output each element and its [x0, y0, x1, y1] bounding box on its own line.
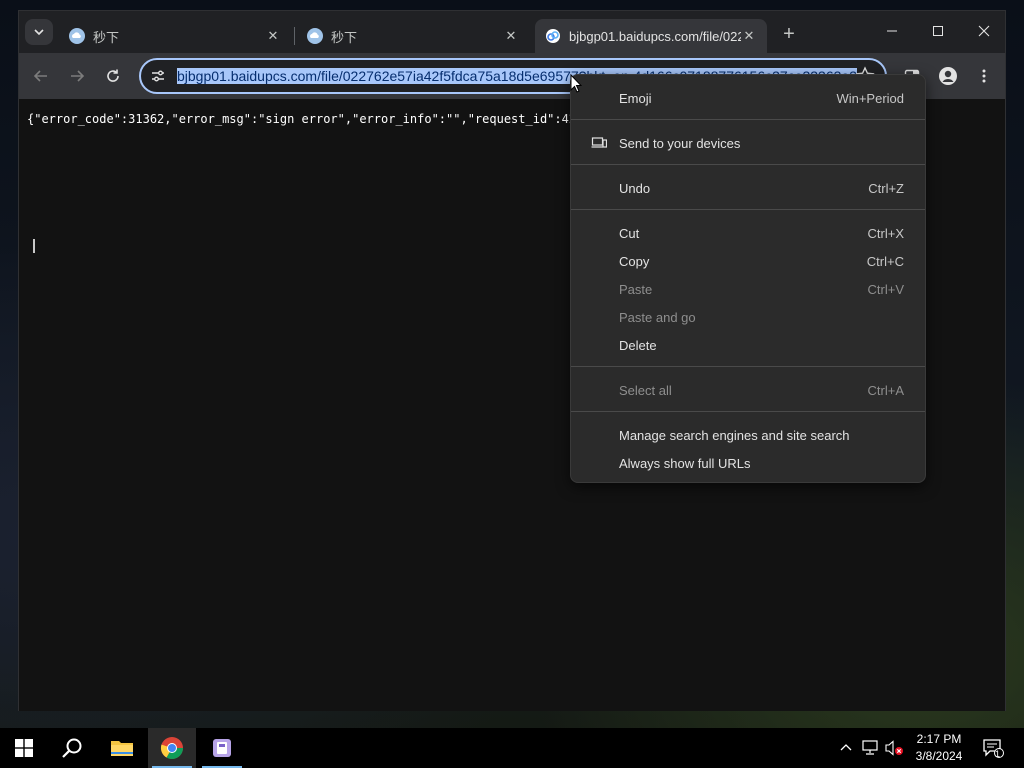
- chrome-icon: [160, 737, 183, 759]
- tab-strip: 秒下 ✕ 秒下 ✕ bjbgp01.baidupcs.com/file/022 …: [19, 11, 1005, 53]
- menu-item-send-to-devices[interactable]: Send to your devices: [571, 129, 925, 157]
- network-button[interactable]: [860, 728, 882, 768]
- notification-center-button[interactable]: 1: [978, 728, 1008, 768]
- tab-title: bjbgp01.baidupcs.com/file/022: [569, 28, 741, 44]
- menu-item-always-show-full-urls[interactable]: Always show full URLs: [571, 449, 925, 477]
- show-hidden-icons-button[interactable]: [836, 728, 856, 768]
- menu-item-copy[interactable]: Copy Ctrl+C: [571, 247, 925, 275]
- menu-item-shortcut: Ctrl+Z: [868, 180, 904, 196]
- menu-item-cut[interactable]: Cut Ctrl+X: [571, 219, 925, 247]
- menu-separator: [571, 366, 925, 367]
- reload-icon: [107, 69, 119, 82]
- menu-separator: [571, 411, 925, 412]
- tab-1[interactable]: 秒下 ✕: [59, 19, 291, 53]
- tab-2[interactable]: 秒下 ✕: [297, 19, 529, 53]
- system-clock[interactable]: 2:17 PM 3/8/2024: [908, 731, 970, 765]
- menu-item-label: Cut: [619, 225, 640, 241]
- menu-item-shortcut: Ctrl+X: [867, 225, 904, 241]
- chevron-up-icon: [840, 744, 852, 751]
- tab-3-active[interactable]: bjbgp01.baidupcs.com/file/022 ✕: [535, 19, 767, 53]
- app-taskbar-button[interactable]: [198, 728, 246, 768]
- menu-item-manage-search-engines[interactable]: Manage search engines and site search: [571, 421, 925, 449]
- menu-item-shortcut: Ctrl+A: [867, 382, 904, 398]
- cloud-favicon-icon: [69, 28, 85, 44]
- tab-close-icon[interactable]: ✕: [503, 28, 519, 44]
- arrow-left-icon: [33, 70, 47, 82]
- menu-item-shortcut: Win+Period: [836, 90, 904, 106]
- menu-button[interactable]: [971, 63, 997, 89]
- notification-count-badge: 1: [995, 749, 1001, 759]
- devices-icon: [591, 137, 607, 148]
- menu-item-paste-and-go: Paste and go: [571, 303, 925, 331]
- start-button[interactable]: [0, 728, 48, 768]
- menu-item-label: Emoji: [619, 90, 652, 106]
- cloud-favicon-icon: [307, 28, 323, 44]
- notification-icon: [983, 739, 1004, 758]
- profile-button[interactable]: [935, 63, 961, 89]
- clock-time: 2:17 PM: [916, 732, 962, 746]
- menu-item-label: Delete: [619, 337, 657, 353]
- menu-item-undo[interactable]: Undo Ctrl+Z: [571, 174, 925, 202]
- menu-separator: [571, 119, 925, 120]
- menu-item-label: Paste: [619, 281, 653, 297]
- back-button[interactable]: [27, 63, 55, 89]
- site-settings-icon[interactable]: [149, 67, 167, 85]
- taskbar: 2:17 PM 3/8/2024 1: [0, 728, 1024, 768]
- search-icon: [62, 738, 82, 758]
- windows-logo-icon: [15, 739, 33, 757]
- baidu-favicon-icon: [546, 29, 560, 43]
- arrow-right-icon: [71, 70, 85, 82]
- context-menu: Emoji Win+Period Send to your devices Un…: [570, 74, 926, 483]
- file-explorer-button[interactable]: [98, 728, 146, 768]
- menu-item-label: Send to your devices: [619, 135, 741, 151]
- tab-search-button[interactable]: [25, 19, 53, 45]
- profile-avatar-icon: [939, 67, 957, 85]
- menu-item-label: Undo: [619, 180, 651, 196]
- menu-item-label: Manage search engines and site search: [619, 427, 850, 443]
- menu-item-label: Copy: [619, 253, 650, 269]
- menu-separator: [571, 209, 925, 210]
- search-button[interactable]: [48, 728, 96, 768]
- menu-item-paste: Paste Ctrl+V: [571, 275, 925, 303]
- volume-button[interactable]: [884, 728, 906, 768]
- menu-item-label: Select all: [619, 382, 672, 398]
- tab-close-icon[interactable]: ✕: [265, 28, 281, 44]
- forward-button[interactable]: [63, 63, 91, 89]
- menu-item-label: Always show full URLs: [619, 455, 751, 471]
- clock-date: 3/8/2024: [915, 749, 963, 763]
- close-icon: [978, 25, 990, 37]
- json-response-text: {"error_code":31362,"error_msg":"sign er…: [27, 112, 577, 126]
- menu-item-shortcut: Ctrl+C: [866, 253, 904, 269]
- folder-icon: [111, 741, 133, 756]
- text-caret: [33, 239, 35, 253]
- maximize-button[interactable]: [915, 11, 961, 51]
- tab-divider: [294, 27, 295, 45]
- chevron-down-icon: [34, 29, 44, 36]
- more-vertical-icon: [982, 69, 986, 83]
- volume-muted-icon: [885, 740, 903, 756]
- menu-separator: [571, 164, 925, 165]
- network-icon: [862, 740, 878, 755]
- minimize-button[interactable]: [869, 11, 915, 51]
- chrome-taskbar-button[interactable]: [148, 728, 196, 768]
- new-tab-button[interactable]: +: [776, 21, 802, 47]
- menu-item-label: Paste and go: [619, 309, 696, 325]
- menu-item-shortcut: Ctrl+V: [867, 281, 904, 297]
- tab-title: 秒下: [331, 29, 358, 45]
- tab-close-icon[interactable]: ✕: [741, 28, 757, 44]
- app-icon: [213, 739, 231, 757]
- minimize-icon: [887, 30, 897, 32]
- maximize-icon: [933, 26, 943, 36]
- menu-item-delete[interactable]: Delete: [571, 331, 925, 359]
- tab-title: 秒下: [93, 29, 120, 45]
- reload-button[interactable]: [99, 63, 127, 89]
- mouse-pointer-icon: [570, 74, 582, 93]
- menu-item-select-all: Select all Ctrl+A: [571, 376, 925, 404]
- close-window-button[interactable]: [961, 11, 1007, 51]
- menu-item-emoji[interactable]: Emoji Win+Period: [571, 84, 925, 112]
